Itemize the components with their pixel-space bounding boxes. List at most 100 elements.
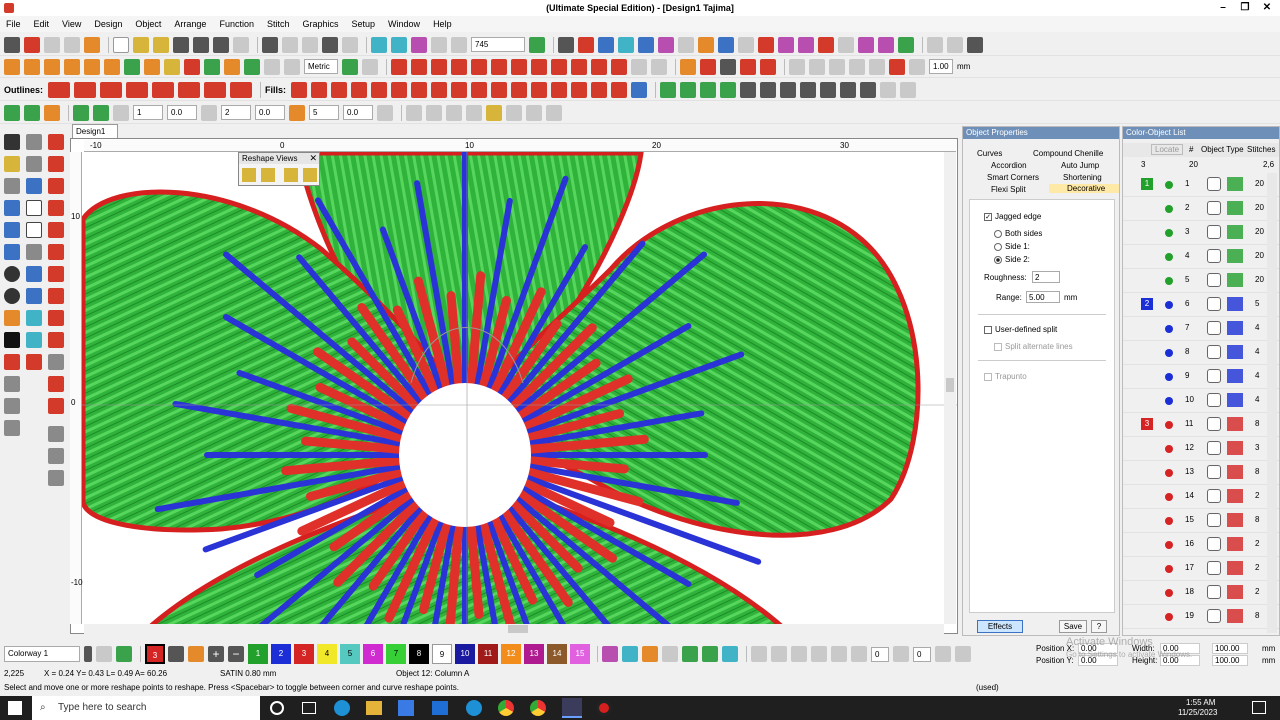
outline-motif-icon[interactable]: [204, 81, 227, 98]
satin-icon[interactable]: [391, 58, 407, 75]
mirror-icon[interactable]: [935, 646, 951, 662]
color-list-row[interactable]: 74: [1123, 317, 1279, 341]
current-color-swatch[interactable]: 3: [145, 644, 165, 664]
satin-6-icon[interactable]: [491, 58, 507, 75]
redo-icon[interactable]: [342, 36, 358, 53]
stitch-type-2-icon[interactable]: [24, 58, 40, 75]
star-tool-icon[interactable]: [26, 310, 42, 326]
design-canvas[interactable]: [70, 138, 958, 634]
colorway-select[interactable]: Colorway 1: [4, 646, 80, 662]
fill-zigzag-icon[interactable]: [531, 81, 548, 98]
effect-wave-icon[interactable]: [660, 81, 677, 98]
star-icon[interactable]: [164, 58, 180, 75]
rotate-cw-icon[interactable]: [893, 646, 909, 662]
close-icon[interactable]: ✕: [1256, 0, 1278, 16]
menu-graphics[interactable]: Graphics: [303, 19, 339, 29]
arrange-icon[interactable]: [289, 104, 305, 121]
field4-input[interactable]: 0.0: [255, 105, 285, 120]
side2-row[interactable]: Side 2:: [994, 255, 1030, 264]
paste-icon[interactable]: [302, 36, 318, 53]
rotate-icon[interactable]: [44, 104, 60, 121]
picture-icon[interactable]: [878, 36, 894, 53]
skew-icon[interactable]: [955, 646, 971, 662]
reshape-close-icon[interactable]: ✕: [309, 153, 317, 164]
sequence-2-icon[interactable]: [900, 81, 917, 98]
fill-stipple-icon[interactable]: [511, 81, 528, 98]
tab-design1[interactable]: Design1 ✕: [72, 124, 118, 149]
canvas-vscroll-thumb[interactable]: [946, 378, 954, 392]
stitch-edit-icon[interactable]: [4, 178, 20, 194]
group-icon[interactable]: [406, 104, 422, 121]
rectangle-icon[interactable]: [26, 200, 42, 216]
tab-smart-corners[interactable]: Smart Corners: [987, 173, 1039, 182]
grid-icon[interactable]: [618, 36, 634, 53]
zoom-input[interactable]: 745: [471, 37, 525, 52]
scissors-icon[interactable]: [48, 134, 64, 150]
side1-radio[interactable]: [994, 242, 1002, 251]
trace-icon[interactable]: [26, 332, 42, 348]
rotate-ccw-icon[interactable]: [851, 646, 867, 662]
flip-h-icon[interactable]: [751, 646, 767, 662]
stitch-type-icon[interactable]: [4, 58, 20, 75]
task-view-icon[interactable]: [302, 702, 316, 714]
arrow-icon[interactable]: [818, 36, 834, 53]
stitch-type-5-icon[interactable]: [84, 58, 100, 75]
3d-icon[interactable]: [631, 58, 647, 75]
reshape-view-3-icon[interactable]: [284, 168, 298, 182]
menu-setup[interactable]: Setup: [352, 19, 376, 29]
thread-chart-icon[interactable]: [622, 646, 638, 662]
stitch-view-icon[interactable]: [798, 36, 814, 53]
edge-icon[interactable]: [334, 700, 350, 716]
effect-2-icon[interactable]: [700, 58, 716, 75]
color-swatch[interactable]: 1: [248, 644, 268, 664]
color-swatch[interactable]: 3: [294, 644, 314, 664]
color-group-badge[interactable]: 2: [1141, 298, 1153, 310]
home-icon[interactable]: [4, 36, 20, 53]
outline-sculpture-icon[interactable]: [230, 81, 253, 98]
fill-contour-icon[interactable]: [391, 81, 408, 98]
both-sides-row[interactable]: Both sides: [994, 229, 1042, 238]
zoom-prev-icon[interactable]: [431, 36, 447, 53]
copy-icon[interactable]: [282, 36, 298, 53]
help-button[interactable]: ?: [1091, 620, 1107, 633]
both-sides-radio[interactable]: [994, 229, 1002, 238]
arrow-tool-icon[interactable]: [48, 376, 64, 392]
pen-icon[interactable]: [48, 200, 64, 216]
save-icon[interactable]: [173, 36, 189, 53]
color-list-row[interactable]: 1 1 20: [1123, 173, 1279, 197]
fabric-icon[interactable]: [898, 36, 914, 53]
print-icon[interactable]: [213, 36, 229, 53]
pencil-icon[interactable]: [48, 470, 64, 486]
color-list-row[interactable]: 16 2: [1123, 533, 1279, 557]
color-list-row[interactable]: 5 20: [1123, 269, 1279, 293]
mirror-v-icon[interactable]: [24, 104, 40, 121]
appliqué-shape-icon[interactable]: [184, 58, 200, 75]
recorder-icon[interactable]: [596, 700, 612, 716]
jagged-edge-row[interactable]: ✓ Jagged edge: [984, 212, 1041, 221]
cursor-icon[interactable]: [377, 104, 393, 121]
menu-file[interactable]: File: [6, 19, 21, 29]
stepper1-input[interactable]: 0: [871, 646, 889, 662]
chrome-icon[interactable]: [498, 700, 514, 716]
shape-2-icon[interactable]: [809, 58, 825, 75]
color-list-row[interactable]: 12 3: [1123, 437, 1279, 461]
triangle-up-2-icon[interactable]: [800, 81, 817, 98]
tshirt-icon[interactable]: [204, 58, 220, 75]
embroidery-design[interactable]: [71, 139, 958, 634]
align-v-icon[interactable]: [811, 646, 827, 662]
monogram-tool-icon[interactable]: [4, 222, 20, 238]
tab-flexi-split[interactable]: Flexi Split: [991, 185, 1026, 194]
info-icon[interactable]: [558, 36, 574, 53]
field1-input[interactable]: 1: [133, 105, 163, 120]
triangle-down-icon[interactable]: [780, 81, 797, 98]
color-group-badge[interactable]: 1: [1141, 178, 1153, 190]
satin-7-icon[interactable]: [511, 58, 527, 75]
satin-9-icon[interactable]: [551, 58, 567, 75]
color-cube-icon[interactable]: [702, 646, 718, 662]
fill-star-icon[interactable]: [451, 81, 468, 98]
jagged-edge-checkbox[interactable]: ✓: [984, 212, 992, 221]
reshape-icon[interactable]: [4, 156, 20, 172]
turning-icon[interactable]: [48, 266, 64, 282]
folder-icon[interactable]: [84, 36, 100, 53]
needle-icon[interactable]: [738, 36, 754, 53]
